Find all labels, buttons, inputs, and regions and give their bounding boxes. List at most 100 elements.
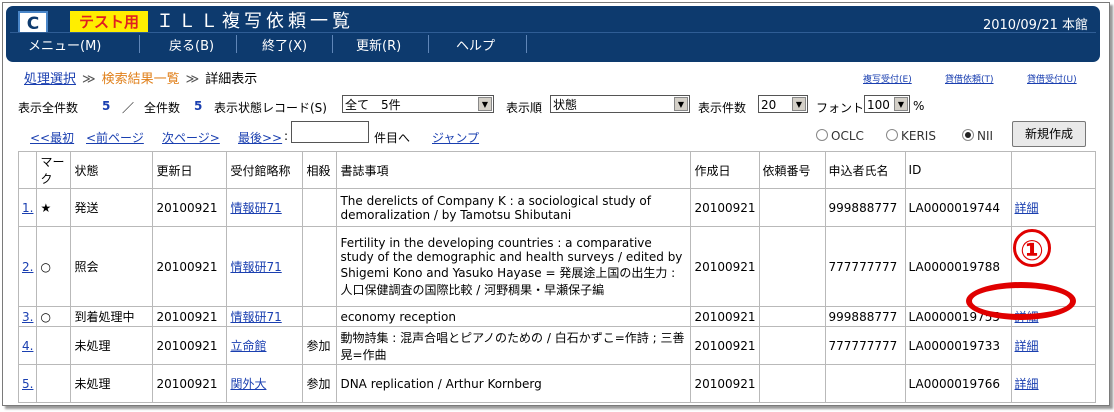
library-link[interactable]: 関外大 bbox=[230, 377, 266, 391]
updated-date-cell: 20100921 bbox=[152, 326, 228, 365]
library-link[interactable]: 立命館 bbox=[230, 339, 266, 353]
chevron-down-icon: ▼ bbox=[478, 97, 492, 111]
column-header bbox=[1010, 151, 1096, 189]
total-count-label: 表示全件数 bbox=[18, 101, 79, 115]
bibliography-cell: 動物詩集 : 混声合唱とピアノのための / 白石かずこ=作詩 ; 三善晃=作曲 bbox=[336, 326, 692, 365]
breadcrumb: 処理選択 ≫ 検索結果一覧 ≫ 詳細表示 bbox=[24, 68, 257, 87]
menu-divider bbox=[428, 35, 429, 53]
next-page-link[interactable]: 次ページ> bbox=[162, 129, 220, 146]
menu-divider bbox=[526, 35, 527, 53]
status-record-label: 表示状態レコード(S) bbox=[214, 101, 327, 115]
library-link[interactable]: 情報研71 bbox=[230, 201, 281, 215]
column-header-status[interactable]: 状態 bbox=[70, 151, 154, 189]
menu-divider bbox=[236, 35, 237, 53]
table-row: 3. ○ 到着処理中 20100921 情報研71 economy recept… bbox=[17, 306, 1096, 327]
pagination-row: <<最初 <前ページ 次ページ> 最後>> : 件目へ ジャンプ OCLC KE… bbox=[30, 121, 1110, 149]
applicant-cell bbox=[824, 364, 906, 403]
new-create-button[interactable]: 新規作成 bbox=[1012, 121, 1086, 147]
status-record-select[interactable]: 全て 5件 ▼ bbox=[342, 95, 494, 113]
sort-order-label: 表示順 bbox=[506, 101, 543, 115]
first-page-link[interactable]: <<最初 bbox=[30, 129, 74, 146]
request-number-cell bbox=[758, 188, 826, 227]
column-header-created[interactable]: 作成日 bbox=[690, 151, 760, 189]
sort-order-select[interactable]: 状態 ▼ bbox=[550, 95, 690, 113]
column-header-library[interactable]: 受付館略称 bbox=[226, 151, 304, 189]
row-number-link[interactable]: 2. bbox=[22, 260, 33, 274]
table-row: 2. ○ 照会 20100921 情報研71 Fertility in the … bbox=[17, 226, 1096, 307]
menu-item-back[interactable]: 戻る(B) bbox=[169, 35, 214, 54]
prev-page-link[interactable]: <前ページ bbox=[86, 129, 144, 146]
column-header bbox=[17, 151, 38, 189]
created-date-cell: 20100921 bbox=[690, 188, 760, 227]
row-number-link[interactable]: 4. bbox=[22, 339, 33, 353]
mark-circle-icon: ○ bbox=[36, 226, 72, 307]
applicant-cell: 777777777 bbox=[824, 226, 906, 307]
column-header-request-no[interactable]: 依頼番号 bbox=[758, 151, 826, 189]
mark-cell bbox=[36, 326, 72, 365]
id-cell: LA0000019766 bbox=[904, 364, 1012, 403]
library-link[interactable]: 情報研71 bbox=[230, 260, 281, 274]
id-cell: LA0000019733 bbox=[904, 326, 1012, 365]
count-slash: ／ bbox=[122, 101, 135, 115]
display-count-select[interactable]: 20 ▼ bbox=[758, 95, 808, 113]
detail-link[interactable]: 詳細 bbox=[1015, 201, 1039, 215]
offset-cell: 参加 bbox=[302, 364, 338, 403]
loan-receive-link[interactable]: 貸借受付(U) bbox=[1027, 72, 1077, 85]
pagination-colon: : bbox=[284, 129, 289, 143]
status-cell: 到着処理中 bbox=[70, 306, 154, 327]
display-controls: 表示全件数 5 ／ 全件数 5 表示状態レコード(S) 全て 5件 ▼ 表示順 … bbox=[18, 95, 1108, 117]
column-header-mark[interactable]: マーク bbox=[36, 151, 72, 189]
row-number-link[interactable]: 1. bbox=[22, 201, 33, 215]
request-number-cell bbox=[758, 306, 826, 327]
status-cell: 発送 bbox=[70, 188, 154, 227]
menu-divider bbox=[332, 35, 333, 53]
radio-nii[interactable]: NII bbox=[962, 129, 993, 143]
font-unit-label: % bbox=[913, 99, 925, 113]
copy-receive-link[interactable]: 複写受付(E) bbox=[863, 72, 912, 85]
breadcrumb-process-select[interactable]: 処理選択 bbox=[24, 72, 76, 87]
bibliography-cell: Fertility in the developing countries : … bbox=[336, 226, 692, 307]
row-number-link[interactable]: 5. bbox=[22, 377, 33, 391]
annotation-number-marker: ① bbox=[1013, 229, 1051, 267]
created-date-cell: 20100921 bbox=[690, 226, 760, 307]
last-page-link[interactable]: 最後>> bbox=[238, 129, 282, 146]
column-header-bibliography[interactable]: 書誌事項 bbox=[336, 151, 692, 189]
test-badge: テスト用 bbox=[70, 11, 148, 33]
row-number-link[interactable]: 3. bbox=[22, 310, 33, 324]
status-cell: 照会 bbox=[70, 226, 154, 307]
menu-item-help[interactable]: ヘルプ bbox=[456, 35, 495, 54]
offset-cell: 参加 bbox=[302, 326, 338, 365]
offset-cell bbox=[302, 306, 338, 327]
results-table: マーク 状態 更新日 受付館略称 相殺 書誌事項 作成日 依頼番号 申込者氏名 … bbox=[17, 151, 1096, 403]
radio-keris[interactable]: KERIS bbox=[886, 129, 936, 143]
updated-date-cell: 20100921 bbox=[152, 364, 228, 403]
id-cell: LA0000019744 bbox=[904, 188, 1012, 227]
column-header-offset[interactable]: 相殺 bbox=[302, 151, 338, 189]
column-header-applicant[interactable]: 申込者氏名 bbox=[824, 151, 906, 189]
jump-link[interactable]: ジャンプ bbox=[432, 129, 479, 146]
menu-item-menu[interactable]: メニュー(M) bbox=[28, 35, 101, 54]
created-date-cell: 20100921 bbox=[690, 306, 760, 327]
menu-divider bbox=[139, 35, 140, 53]
detail-link[interactable]: 詳細 bbox=[1015, 377, 1039, 391]
jump-page-input[interactable] bbox=[291, 121, 369, 143]
column-header-id[interactable]: ID bbox=[904, 151, 1012, 189]
radio-oclc[interactable]: OCLC bbox=[816, 129, 864, 143]
detail-link[interactable]: 詳細 bbox=[1015, 339, 1039, 353]
updated-date-cell: 20100921 bbox=[152, 226, 228, 307]
loan-request-link[interactable]: 貸借依頼(T) bbox=[945, 72, 994, 85]
offset-cell bbox=[302, 226, 338, 307]
all-count-label: 全件数 bbox=[144, 101, 181, 115]
breadcrumb-search-results[interactable]: 検索結果一覧 bbox=[102, 72, 180, 87]
applicant-cell: 777777777 bbox=[824, 326, 906, 365]
table-row: 4. 未処理 20100921 立命館 参加 動物詩集 : 混声合唱とピアノのた… bbox=[17, 326, 1096, 365]
menu-item-refresh[interactable]: 更新(R) bbox=[356, 35, 401, 54]
library-link[interactable]: 情報研71 bbox=[230, 310, 281, 324]
chevron-down-icon: ▼ bbox=[792, 97, 806, 111]
radio-unchecked-icon bbox=[816, 129, 828, 141]
all-count-value: 5 bbox=[194, 99, 203, 113]
column-header-updated[interactable]: 更新日 bbox=[152, 151, 228, 189]
menu-item-exit[interactable]: 終了(X) bbox=[262, 35, 307, 54]
font-size-select[interactable]: 100 ▼ bbox=[864, 95, 910, 113]
display-count-label: 表示件数 bbox=[698, 101, 747, 115]
